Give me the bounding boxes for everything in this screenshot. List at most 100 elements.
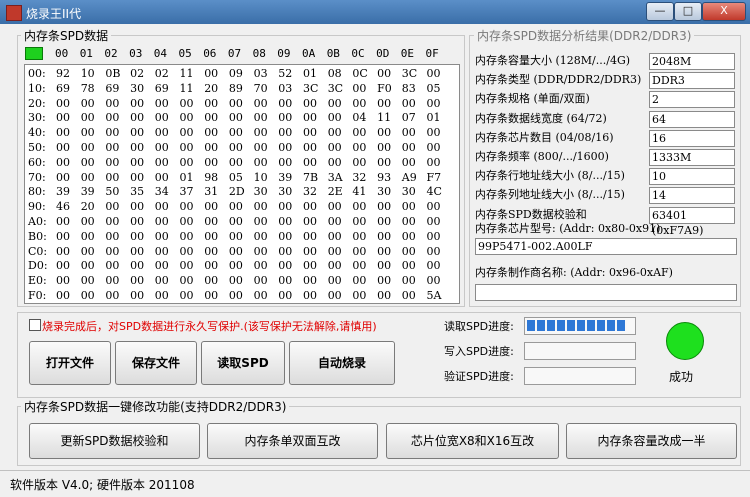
hex-cell[interactable]: 00	[352, 141, 366, 154]
hex-cell[interactable]: 00	[204, 111, 218, 124]
hex-cell[interactable]: 92	[56, 67, 70, 80]
hex-cell[interactable]: 00	[303, 126, 317, 139]
hex-cell[interactable]: 00	[155, 200, 169, 213]
hex-cell[interactable]: 00	[352, 215, 366, 228]
hex-cell[interactable]: 00	[155, 97, 169, 110]
hex-cell[interactable]: 00	[56, 230, 70, 243]
hex-cell[interactable]: 00	[254, 259, 268, 272]
hex-cell[interactable]: 00	[204, 230, 218, 243]
hex-cell[interactable]: 00	[402, 97, 416, 110]
hex-cell[interactable]: 69	[56, 82, 70, 95]
hex-cell[interactable]: 00	[377, 126, 391, 139]
hex-cell[interactable]: 01	[303, 67, 317, 80]
hex-cell[interactable]: 00	[229, 230, 243, 243]
hex-cell[interactable]: 11	[180, 82, 194, 95]
hex-cell[interactable]: 00	[377, 245, 391, 258]
halve-capacity-button[interactable]: 内存条容量改成一半	[566, 423, 737, 459]
hex-cell[interactable]: 10	[254, 171, 268, 184]
hex-cell[interactable]: A9	[402, 171, 417, 184]
hex-cell[interactable]: 00	[105, 200, 119, 213]
hex-cell[interactable]: 00	[377, 230, 391, 243]
hex-cell[interactable]: F0	[377, 82, 392, 95]
hex-cell[interactable]: 00	[303, 215, 317, 228]
hex-cell[interactable]: 00	[105, 171, 119, 184]
hex-cell[interactable]: 00	[328, 245, 342, 258]
hex-cell[interactable]: 00	[81, 230, 95, 243]
hex-cell[interactable]: 41	[352, 185, 366, 198]
hex-cell[interactable]: 30	[278, 185, 292, 198]
hex-cell[interactable]: 00	[130, 289, 144, 302]
hex-cell[interactable]: 30	[402, 185, 416, 198]
hex-cell[interactable]: 00	[254, 97, 268, 110]
hex-cell[interactable]: 00	[427, 67, 441, 80]
hex-cell[interactable]: 00	[377, 274, 391, 287]
hex-cell[interactable]: 00	[352, 200, 366, 213]
hex-cell[interactable]: 32	[303, 185, 317, 198]
hex-cell[interactable]: 52	[278, 67, 292, 80]
hex-cell[interactable]: 4C	[427, 185, 442, 198]
hex-cell[interactable]: 00	[155, 230, 169, 243]
hex-cell[interactable]: 00	[303, 259, 317, 272]
hex-cell[interactable]: 70	[254, 82, 268, 95]
hex-cell[interactable]: 00	[328, 97, 342, 110]
analysis-value[interactable]: 63401 (0xF7A9)	[649, 206, 735, 237]
hex-cell[interactable]: 00	[352, 126, 366, 139]
hex-cell[interactable]: F7	[427, 171, 442, 184]
hex-cell[interactable]: 00	[56, 156, 70, 169]
hex-cell[interactable]: 00	[81, 171, 95, 184]
hex-cell[interactable]: 00	[155, 141, 169, 154]
hex-cell[interactable]: 00	[180, 259, 194, 272]
hex-cell[interactable]: 00	[254, 141, 268, 154]
analysis-value[interactable]: 64	[649, 110, 735, 128]
hex-cell[interactable]: 00	[303, 289, 317, 302]
hex-cell[interactable]: 00	[180, 97, 194, 110]
hex-cell[interactable]: 00	[254, 215, 268, 228]
hex-cell[interactable]: 30	[377, 185, 391, 198]
hex-cell[interactable]: 20	[81, 200, 95, 213]
hex-cell[interactable]: 00	[328, 141, 342, 154]
hex-cell[interactable]: 00	[229, 97, 243, 110]
hex-cell[interactable]: 00	[402, 156, 416, 169]
hex-cell[interactable]: 00	[254, 111, 268, 124]
hex-cell[interactable]: 00	[105, 111, 119, 124]
hex-cell[interactable]: 00	[377, 215, 391, 228]
hex-cell[interactable]: 00	[105, 97, 119, 110]
hex-cell[interactable]: 00	[278, 141, 292, 154]
hex-cell[interactable]: 00	[81, 259, 95, 272]
hex-cell[interactable]: 00	[81, 156, 95, 169]
hex-cell[interactable]: 00	[130, 215, 144, 228]
hex-cell[interactable]: 00	[130, 171, 144, 184]
hex-cell[interactable]: 00	[427, 200, 441, 213]
hex-cell[interactable]: 00	[402, 230, 416, 243]
hex-cell[interactable]: 00	[56, 259, 70, 272]
hex-cell[interactable]: 00	[278, 200, 292, 213]
hex-cell[interactable]: 03	[254, 67, 268, 80]
hex-cell[interactable]: 0C	[352, 67, 367, 80]
hex-cell[interactable]: 00	[204, 215, 218, 228]
hex-cell[interactable]: 00	[56, 171, 70, 184]
hex-cell[interactable]: 39	[81, 185, 95, 198]
hex-cell[interactable]: 39	[56, 185, 70, 198]
hex-cell[interactable]: 00	[155, 171, 169, 184]
hex-cell[interactable]: 0B	[105, 67, 120, 80]
hex-cell[interactable]: 00	[56, 215, 70, 228]
hex-cell[interactable]: 00	[180, 215, 194, 228]
hex-cell[interactable]: 3C	[303, 82, 318, 95]
hex-cell[interactable]: 93	[377, 171, 391, 184]
hex-cell[interactable]: 00	[56, 141, 70, 154]
hex-cell[interactable]: 00	[204, 259, 218, 272]
hex-cell[interactable]: 00	[105, 141, 119, 154]
hex-cell[interactable]: 00	[328, 274, 342, 287]
hex-cell[interactable]: 00	[155, 289, 169, 302]
hex-cell[interactable]: 34	[155, 185, 169, 198]
hex-cell[interactable]: 00	[56, 126, 70, 139]
hex-cell[interactable]: 00	[130, 111, 144, 124]
hex-cell[interactable]: 00	[105, 245, 119, 258]
hex-cell[interactable]: 00	[377, 259, 391, 272]
hex-cell[interactable]: 00	[204, 97, 218, 110]
hex-cell[interactable]: 00	[229, 259, 243, 272]
hex-cell[interactable]: 00	[278, 274, 292, 287]
save-file-button[interactable]: 保存文件	[115, 341, 197, 385]
hex-cell[interactable]: 00	[155, 126, 169, 139]
hex-cell[interactable]: 00	[352, 274, 366, 287]
